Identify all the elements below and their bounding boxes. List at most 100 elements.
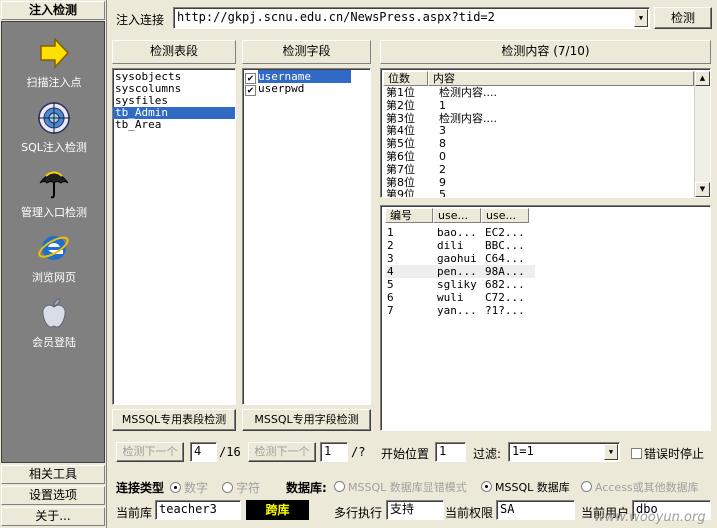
next-field-button[interactable]: 检测下一个: [248, 442, 316, 462]
db-radio-access[interactable]: Access或其他数据库: [581, 479, 699, 495]
arrow-right-icon: [40, 37, 70, 69]
sidebar-item-member-login[interactable]: 会员登陆: [2, 296, 106, 350]
table-cell: 98A...: [485, 265, 525, 278]
scroll-up-icon[interactable]: ▲: [695, 71, 710, 86]
radio-icon[interactable]: [481, 481, 492, 492]
bits-grid[interactable]: 位数 内容 第1位 检测内容.... 第2位 1 第3位 检测内容.... 第4位 3 第5位 8…: [380, 68, 711, 198]
db-radio-mssql-error[interactable]: MSSQL 数据库显错模式: [334, 479, 467, 495]
fields-header: 检测字段: [242, 40, 371, 64]
radio-icon[interactable]: [334, 481, 345, 492]
type-radio-string[interactable]: 字符: [222, 479, 260, 496]
current-db-input[interactable]: teacher3: [155, 500, 241, 520]
bit-index: 第7位: [386, 162, 415, 176]
type-option-label: 数字: [184, 481, 209, 495]
bit-value: 检测内容....: [439, 86, 497, 99]
tab-related-tools[interactable]: 相关工具: [1, 465, 105, 484]
bits-row[interactable]: 第2位 1: [383, 98, 694, 113]
chevron-down-icon[interactable]: ▼: [634, 9, 648, 27]
table-cell: wuli: [437, 291, 464, 304]
tables-list[interactable]: sysobjects syscolumns sysfiles tb_Admin tb_A…: [112, 68, 236, 405]
bit-index: 第6位: [386, 149, 415, 163]
bits-row[interactable]: 第9位 5: [383, 189, 694, 197]
type-option-label: 字符: [236, 481, 261, 495]
sidebar-item-scan[interactable]: 扫描注入点: [2, 36, 106, 90]
table-cell: 5: [387, 278, 394, 291]
permission-input[interactable]: SA: [496, 500, 575, 520]
next-table-button[interactable]: 检测下一个: [116, 442, 184, 462]
bit-value: 1: [439, 98, 446, 112]
mssql-field-detect-button[interactable]: MSSQL专用字段检测: [242, 409, 371, 431]
tab-injection-detect[interactable]: 注入检测: [1, 1, 105, 20]
filter-select[interactable]: 1=1 ▼: [508, 442, 620, 462]
field-total: /?: [351, 445, 366, 459]
result-col-username[interactable]: use...: [433, 208, 481, 223]
tables-header: 检测表段: [112, 40, 236, 64]
multi-exec-input[interactable]: 支持: [386, 500, 444, 520]
table-cell: sgliky: [437, 278, 477, 291]
tab-about[interactable]: 关于...: [1, 507, 105, 526]
detect-button[interactable]: 检测: [654, 7, 712, 29]
stop-on-error-checkbox[interactable]: 错误时停止: [631, 445, 704, 462]
table-cell: yan...: [437, 304, 477, 317]
table-row[interactable]: 7 yan... ?1?...: [385, 304, 535, 317]
target-globe-icon: [38, 102, 70, 134]
watermark: www.wooyun.org: [594, 510, 706, 525]
bits-row[interactable]: 第8位 9: [383, 176, 694, 190]
checkbox-icon[interactable]: ✔: [245, 85, 256, 96]
bits-row[interactable]: 第7位 2: [383, 162, 694, 177]
radio-icon[interactable]: [222, 482, 233, 493]
cross-db-button[interactable]: 跨库: [246, 500, 309, 520]
table-cell: dili: [437, 239, 464, 252]
bit-index: 第1位: [386, 86, 415, 99]
table-row[interactable]: 4 pen... 98A...: [385, 265, 535, 278]
permission-label: 当前权限: [445, 506, 494, 520]
content-col-header[interactable]: 内容: [428, 71, 694, 86]
scroll-down-icon[interactable]: ▼: [695, 182, 710, 197]
tab-settings[interactable]: 设置选项: [1, 486, 105, 505]
bits-row[interactable]: 第6位 0: [383, 149, 694, 164]
table-row[interactable]: 6 wuli C72...: [385, 291, 535, 304]
start-position-label: 开始位置: [381, 447, 430, 461]
bits-col-header[interactable]: 位数: [383, 71, 428, 86]
table-row[interactable]: 2 dili BBC...: [385, 239, 535, 252]
sidebar-item-admin-entry[interactable]: 管理入口检测: [2, 166, 106, 220]
bits-row[interactable]: 第4位 3: [383, 125, 694, 138]
table-row[interactable]: 5 sgliky 682...: [385, 278, 535, 291]
sidebar-item-sql-inject[interactable]: SQL注入检测: [2, 101, 106, 155]
sidebar-item-browse[interactable]: 浏览网页: [2, 231, 106, 285]
sidebar-item-label: 会员登陆: [32, 336, 76, 349]
bits-row[interactable]: 第3位 检测内容....: [383, 111, 694, 126]
field-list-item[interactable]: ✔ userpwd: [243, 83, 370, 96]
bits-scrollbar[interactable]: ▲ ▼: [694, 71, 710, 197]
result-col-userpwd[interactable]: use...: [481, 208, 529, 223]
url-input[interactable]: http://gkpj.scnu.edu.cn/NewsPress.aspx?t…: [173, 7, 650, 29]
chevron-down-icon[interactable]: ▼: [604, 444, 618, 460]
field-index-input[interactable]: 1: [320, 442, 348, 462]
table-list-item[interactable]: tb_Area: [113, 119, 235, 131]
db-option-label: Access或其他数据库: [595, 481, 699, 494]
table-cell: bao...: [437, 226, 477, 239]
bit-value: 2: [439, 162, 446, 176]
table-index-input[interactable]: 4: [190, 442, 217, 462]
apple-icon: [42, 298, 66, 328]
radio-icon[interactable]: [581, 481, 592, 492]
table-row[interactable]: 1 bao... EC2...: [385, 226, 535, 239]
db-radio-mssql[interactable]: MSSQL 数据库: [481, 479, 570, 495]
sidebar: 注入检测 扫描注入点 SQL注入检测 管理入口检测 浏览网页 会员登陆 相关工具…: [0, 0, 107, 528]
table-cell: EC2...: [485, 226, 525, 239]
bit-value: 检测内容....: [439, 111, 497, 125]
type-radio-number[interactable]: 数字: [170, 479, 208, 496]
bit-index: 第2位: [386, 98, 415, 112]
result-grid[interactable]: 编号 use... use... 1 bao... EC2... 2 dili BBC..…: [380, 205, 711, 431]
bits-row[interactable]: 第5位 8: [383, 137, 694, 151]
current-db-label: 当前库: [116, 506, 153, 520]
fields-list[interactable]: ✔ username ✔ userpwd: [242, 68, 371, 405]
mssql-table-detect-button[interactable]: MSSQL专用表段检测: [112, 409, 236, 431]
checkbox-icon[interactable]: [631, 448, 642, 459]
result-col-id[interactable]: 编号: [385, 208, 433, 223]
bits-row[interactable]: 第1位 检测内容....: [383, 86, 694, 100]
table-cell: 3: [387, 252, 394, 265]
start-position-input[interactable]: 1: [435, 442, 466, 462]
table-row[interactable]: 3 gaohui C64...: [385, 252, 535, 265]
radio-icon[interactable]: [170, 482, 181, 493]
